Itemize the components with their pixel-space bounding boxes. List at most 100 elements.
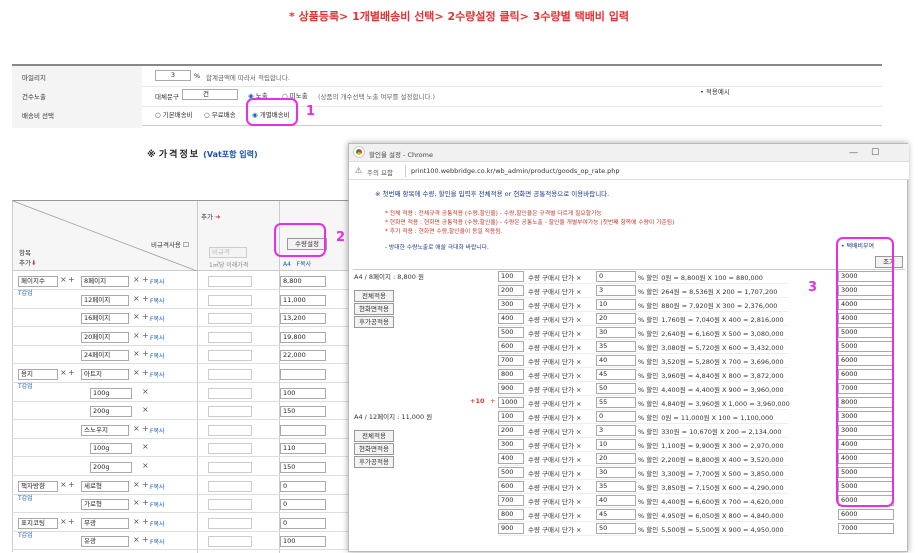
option-name-input[interactable]: 유광 (81, 536, 129, 548)
discount-input[interactable]: 30 (596, 327, 636, 338)
group-input[interactable]: 표지코팅 (18, 517, 58, 529)
nonstd-price-input[interactable] (208, 387, 252, 399)
discount-input[interactable]: 45 (596, 509, 636, 520)
option-price-input[interactable]: 100 (280, 387, 326, 399)
ship-radio-basic[interactable]: ○ 기본배송비 (155, 109, 193, 119)
nonstd-price-input[interactable] (208, 313, 252, 325)
option-price-input[interactable]: 0 (280, 517, 326, 529)
qty-input[interactable]: 1000 (498, 397, 524, 408)
fcopy-header[interactable]: A4 F복사 (283, 259, 311, 268)
apply-example-link[interactable]: • 적용예시 (700, 86, 730, 96)
option-add-icon[interactable]: + (142, 535, 149, 544)
add-column-label[interactable]: 추가 ➜ (201, 211, 221, 221)
group-upload-link[interactable]: T갑업 (18, 288, 33, 297)
option-price-input[interactable]: 22,000 (280, 350, 326, 362)
option-fcopy-link[interactable]: F복사 (150, 351, 165, 360)
option-remove-icon[interactable]: × (133, 275, 140, 284)
option-add-icon[interactable]: + (142, 517, 149, 526)
group-remove-icon[interactable]: × (60, 480, 67, 489)
plus-link[interactable]: + (490, 397, 495, 405)
qty-input[interactable]: 700 (498, 495, 524, 506)
option-remove-icon[interactable]: × (142, 405, 149, 414)
nonstd-price-input[interactable] (208, 369, 252, 380)
option-name-input[interactable]: 가로형 (81, 499, 129, 511)
nonstd-price-input[interactable] (208, 406, 252, 418)
group-remove-icon[interactable]: × (60, 517, 67, 526)
discount-input[interactable]: 40 (596, 495, 636, 506)
option-name-input[interactable]: 8페이지 (81, 276, 129, 287)
option-fcopy-link[interactable]: F복사 (150, 519, 165, 528)
option-fcopy-link[interactable]: F복사 (150, 500, 165, 509)
option-name-input[interactable]: 12페이지 (81, 294, 129, 306)
qty-input[interactable]: 400 (498, 453, 524, 464)
discount-input[interactable]: 45 (596, 369, 636, 380)
qty-input[interactable]: 100 (498, 271, 524, 282)
option-add-icon[interactable]: + (142, 294, 149, 303)
group-add-icon[interactable]: + (68, 368, 75, 377)
option-fcopy-link[interactable]: F복사 (150, 426, 165, 435)
option-remove-icon[interactable]: × (133, 368, 140, 377)
qty-input[interactable]: 700 (498, 355, 524, 366)
option-add-icon[interactable]: + (142, 368, 149, 377)
address-bar[interactable]: ⚠ 주의 요함 print100.webbridge.co.kr/wb_admi… (349, 162, 909, 180)
group-upload-link[interactable]: T갑업 (18, 530, 33, 539)
discount-input[interactable]: 50 (596, 523, 636, 534)
group-upload-link[interactable]: T갑업 (18, 493, 33, 502)
discount-input[interactable]: 40 (596, 355, 636, 366)
discount-input[interactable]: 50 (596, 383, 636, 394)
option-price-input[interactable]: 8,800 (280, 276, 326, 287)
option-remove-icon[interactable]: × (133, 517, 140, 526)
option-price-input[interactable]: 110 (280, 443, 326, 455)
ship-radio-free[interactable]: ○ 무료배송 (204, 109, 236, 119)
option-price-input[interactable]: 150 (280, 406, 326, 418)
option-name-input[interactable]: 무광 (81, 517, 129, 529)
option-price-input[interactable] (280, 424, 326, 436)
qty-input[interactable]: 500 (498, 327, 524, 338)
option-remove-icon[interactable]: × (142, 387, 149, 396)
option-remove-icon[interactable]: × (142, 461, 149, 470)
ship-fee-input[interactable]: 7000 (838, 523, 894, 534)
qty-input[interactable]: 500 (498, 467, 524, 478)
option-price-input[interactable] (280, 369, 326, 380)
nonstd-price-input[interactable] (208, 462, 252, 473)
group-remove-icon[interactable]: × (60, 368, 67, 377)
option-name-input[interactable]: 20페이지 (81, 331, 129, 343)
nonstd-price-input[interactable] (208, 331, 252, 343)
option-fcopy-link[interactable]: F복사 (150, 314, 165, 323)
qty-input[interactable]: 800 (498, 369, 524, 380)
option-name-input[interactable]: 100g (90, 387, 132, 399)
count-text-input[interactable]: 건 (182, 89, 238, 100)
option-name-input[interactable]: 아트지 (81, 369, 129, 380)
option-name-input[interactable]: 100g (90, 443, 132, 455)
option-price-input[interactable]: 0 (280, 480, 326, 492)
discount-input[interactable]: 3 (596, 285, 636, 296)
nonstd-price-input[interactable] (208, 350, 252, 362)
option-name-input[interactable]: 24페이지 (81, 350, 129, 362)
qty-input[interactable]: 900 (498, 383, 524, 394)
option-remove-icon[interactable]: × (133, 480, 140, 489)
option-remove-icon[interactable]: × (133, 331, 140, 340)
discount-input[interactable]: 10 (596, 299, 636, 310)
option-remove-icon[interactable]: × (133, 498, 140, 507)
nonstd-price-input[interactable] (208, 536, 252, 548)
group-add-icon[interactable]: + (68, 517, 75, 526)
option-add-icon[interactable]: + (142, 498, 149, 507)
qty-input[interactable]: 400 (498, 313, 524, 324)
option-add-icon[interactable]: + (142, 331, 149, 340)
option-fcopy-link[interactable]: F복사 (150, 333, 165, 342)
option-fcopy-link[interactable]: F복사 (150, 277, 165, 286)
nonstd-price-input[interactable] (208, 480, 252, 492)
discount-input[interactable]: 20 (596, 313, 636, 324)
option-price-input[interactable]: 11,000 (280, 294, 326, 306)
option-price-input[interactable]: 13,200 (280, 313, 326, 325)
option-fcopy-link[interactable]: F복사 (150, 482, 165, 491)
option-fcopy-link[interactable]: F복사 (150, 296, 165, 305)
qty-input[interactable]: 200 (498, 285, 524, 296)
qty-input[interactable]: 800 (498, 509, 524, 520)
qty-input[interactable]: 100 (498, 411, 524, 422)
discount-input[interactable]: 3 (596, 425, 636, 436)
discount-input[interactable]: 35 (596, 481, 636, 492)
discount-input[interactable]: 30 (596, 467, 636, 478)
nonstd-price-input[interactable] (208, 499, 252, 511)
qty-input[interactable]: 600 (498, 481, 524, 492)
